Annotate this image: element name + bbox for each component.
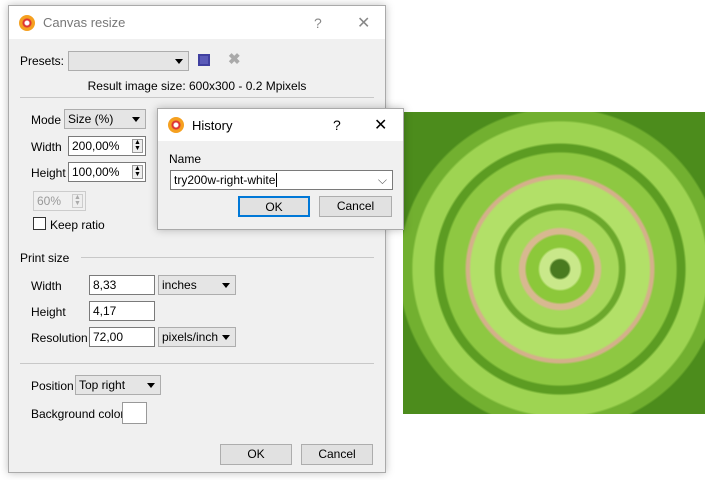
position-dropdown[interactable]: Top right [75, 375, 161, 395]
position-label: Position [31, 379, 74, 393]
save-preset-icon[interactable] [198, 54, 210, 66]
height-label: Height [31, 166, 66, 180]
name-combobox[interactable]: try200w-right-white ⌵ [170, 170, 393, 190]
spin-arrows-icon[interactable]: ▲ ▼ [132, 165, 143, 179]
preview-image [403, 112, 705, 414]
title-bar: Canvas resize ? ✕ [9, 6, 385, 39]
print-height-label: Height [31, 305, 66, 319]
chevron-down-icon [222, 335, 230, 340]
history-ok-button[interactable]: OK [238, 196, 310, 217]
print-unit-dropdown[interactable]: inches [158, 275, 236, 295]
history-help-button[interactable]: ? [333, 117, 341, 133]
divider [20, 363, 374, 364]
height-spinbox[interactable]: 100,00% ▲ ▼ [68, 162, 146, 182]
width-value: 200,00% [72, 139, 120, 153]
history-title-bar: History ? ✕ [158, 109, 403, 141]
canvas-resize-dialog: Canvas resize ? ✕ Presets: ✖ Result imag… [8, 5, 386, 473]
divider [81, 257, 374, 258]
ok-button[interactable]: OK [220, 444, 292, 465]
history-close-button[interactable]: ✕ [374, 115, 387, 135]
position-value: Top right [79, 378, 126, 392]
cancel-button[interactable]: Cancel [301, 444, 373, 465]
resolution-input[interactable]: 72,00 [89, 327, 155, 347]
print-size-label: Print size [20, 251, 70, 265]
mode-label: Mode [31, 113, 62, 127]
close-button[interactable]: ✕ [357, 13, 370, 33]
keep-ratio-label: Keep ratio [50, 218, 105, 232]
app-logo-icon [19, 14, 35, 31]
resolution-unit-dropdown[interactable]: pixels/inch [158, 327, 236, 347]
chevron-down-icon [222, 283, 230, 288]
print-height-value: 4,17 [93, 304, 117, 318]
chevron-down-icon [132, 117, 140, 122]
width-label: Width [31, 140, 62, 154]
print-width-label: Width [31, 279, 62, 293]
spin-arrows-icon: ▲ ▼ [72, 194, 83, 208]
background-color-swatch[interactable] [122, 402, 147, 424]
delete-preset-icon[interactable]: ✖ [228, 50, 241, 68]
print-width-input[interactable]: 8,33 [89, 275, 155, 295]
result-size-text: Result image size: 600x300 - 0.2 Mpixels [87, 79, 307, 93]
ratio-spinbox: 60% ▲ ▼ [33, 191, 86, 211]
mode-value: Size (%) [68, 112, 114, 126]
help-button[interactable]: ? [314, 15, 322, 31]
height-value: 100,00% [72, 165, 120, 179]
resolution-unit-value: pixels/inch [162, 330, 219, 344]
background-color-label: Background color [31, 407, 125, 421]
mode-dropdown[interactable]: Size (%) [64, 109, 146, 129]
name-value: try200w-right-white [174, 173, 276, 187]
print-height-input[interactable]: 4,17 [89, 301, 155, 321]
text-cursor [276, 173, 278, 187]
history-dialog: History ? ✕ Name try200w-right-white ⌵ OK… [157, 108, 404, 230]
dialog-title: Canvas resize [43, 15, 126, 30]
width-spinbox[interactable]: 200,00% ▲ ▼ [68, 136, 146, 156]
resolution-label: Resolution [31, 331, 88, 345]
chevron-down-icon [147, 383, 155, 388]
chevron-down-icon[interactable]: ⌵ [378, 171, 387, 189]
app-logo-icon [168, 117, 184, 133]
ratio-value: 60% [37, 194, 62, 208]
keep-ratio-checkbox[interactable] [33, 217, 46, 230]
spin-arrows-icon[interactable]: ▲ ▼ [132, 139, 143, 153]
name-label: Name [169, 152, 202, 166]
chevron-down-icon [175, 59, 183, 64]
presets-label: Presets: [20, 54, 65, 68]
resolution-value: 72,00 [93, 330, 124, 344]
history-cancel-button[interactable]: Cancel [319, 196, 392, 217]
print-unit-value: inches [162, 278, 197, 292]
print-width-value: 8,33 [93, 278, 117, 292]
divider [20, 97, 374, 98]
presets-dropdown[interactable] [68, 51, 189, 71]
history-title: History [192, 117, 233, 133]
